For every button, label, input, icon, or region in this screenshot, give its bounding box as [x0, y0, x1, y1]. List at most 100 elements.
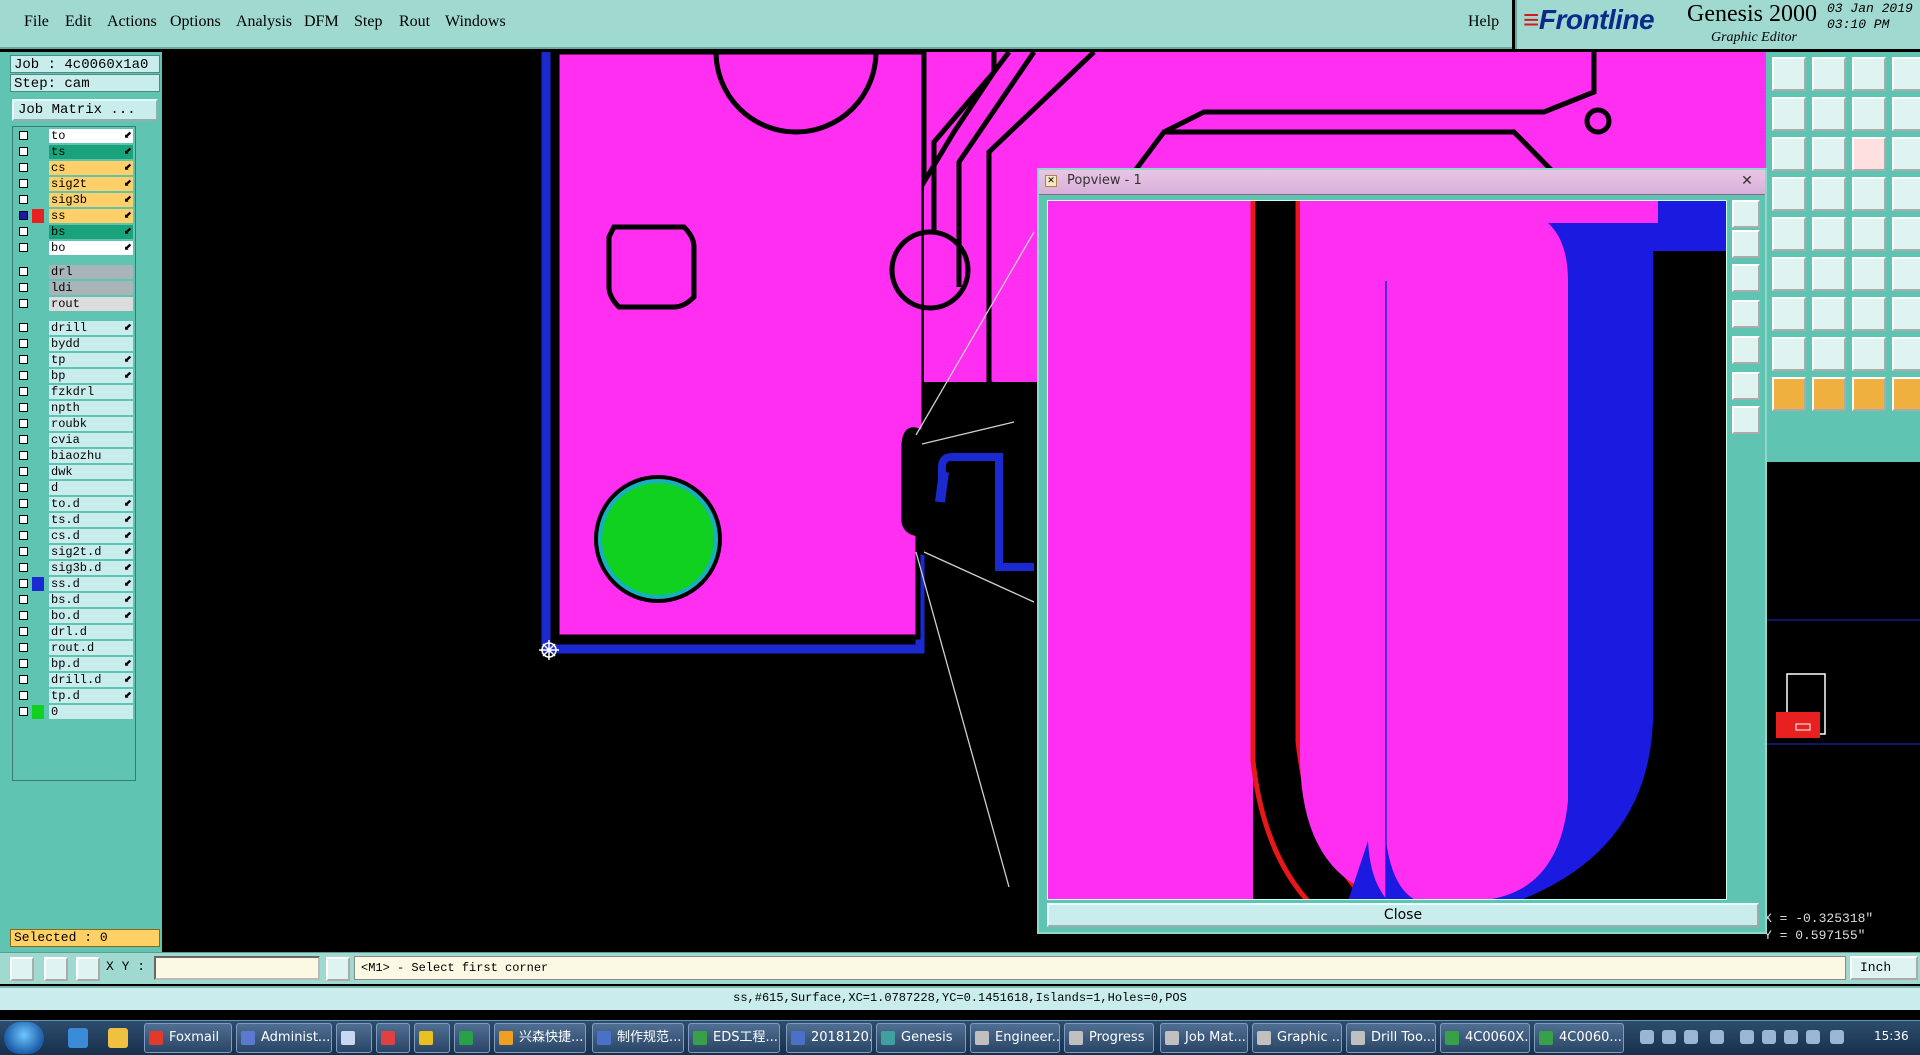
tool-button-5-2-icon[interactable] [1852, 257, 1886, 291]
taskbar-item[interactable] [336, 1023, 372, 1053]
layer-name[interactable]: sig3b [49, 193, 133, 207]
tool-button-8-2-icon[interactable] [1852, 377, 1886, 411]
menu-windows[interactable]: Windows [445, 13, 506, 31]
layer-name[interactable]: to [49, 129, 133, 143]
menu-options[interactable]: Options [170, 13, 221, 31]
layer-row[interactable]: ts ⬋ [15, 145, 135, 160]
shield-tray-icon[interactable] [1740, 1030, 1754, 1044]
layer-checkbox[interactable] [19, 451, 28, 460]
tool-button-8-0-icon[interactable] [1772, 377, 1806, 411]
layer-row[interactable]: npth [15, 401, 135, 416]
layer-checkbox[interactable] [19, 163, 28, 172]
layer-checkbox[interactable] [19, 211, 28, 220]
layer-row[interactable]: ts.d ⬋ [15, 513, 135, 528]
taskbar-item[interactable]: Progress [1064, 1023, 1154, 1053]
tool-button-2-0-icon[interactable] [1772, 137, 1806, 171]
battery-tray-icon[interactable] [1806, 1030, 1820, 1044]
taskbar-item[interactable] [414, 1023, 450, 1053]
layer-checkbox[interactable] [19, 355, 28, 364]
layer-row[interactable]: bs.d ⬋ [15, 593, 135, 608]
taskbar-item[interactable]: Engineer... [970, 1023, 1060, 1053]
menu-rout[interactable]: Rout [399, 13, 430, 31]
taskbar-item[interactable]: Drill Too... [1346, 1023, 1436, 1053]
layer-row[interactable]: cs.d ⬋ [15, 529, 135, 544]
layer-name[interactable]: drill.d [49, 673, 133, 687]
layer-row[interactable]: d [15, 481, 135, 496]
layer-checkbox[interactable] [19, 419, 28, 428]
ie-icon[interactable] [68, 1028, 88, 1048]
taskbar-item[interactable]: EDS工程... [688, 1023, 780, 1053]
layer-name[interactable]: drl [49, 265, 133, 279]
layer-checkbox[interactable] [19, 147, 28, 156]
popview-tool-7-icon[interactable] [1732, 406, 1760, 434]
layer-name[interactable]: bs.d [49, 593, 133, 607]
taskbar-item[interactable]: Genesis [876, 1023, 966, 1053]
tool-button-6-0-icon[interactable] [1772, 297, 1806, 331]
layer-checkbox[interactable] [19, 643, 28, 652]
layer-name[interactable]: drl.d [49, 625, 133, 639]
taskbar-item[interactable]: Job Mat... [1160, 1023, 1248, 1053]
tool-button-3-3-icon[interactable] [1892, 177, 1920, 211]
popview-tool-6-icon[interactable] [1732, 372, 1760, 400]
layer-row[interactable]: 0 [15, 705, 135, 720]
layer-checkbox[interactable] [19, 627, 28, 636]
layer-checkbox[interactable] [19, 659, 28, 668]
tool-button-3-1-icon[interactable] [1812, 177, 1846, 211]
folder-icon[interactable] [108, 1028, 128, 1048]
units-selector[interactable]: Inch [1850, 956, 1918, 980]
tool-button-2-1-icon[interactable] [1812, 137, 1846, 171]
job-matrix-button[interactable]: Job Matrix ... [12, 99, 158, 121]
tool-button-2-2-icon[interactable] [1852, 137, 1886, 171]
layer-checkbox[interactable] [19, 595, 28, 604]
layer-checkbox[interactable] [19, 707, 28, 716]
layer-name[interactable]: biaozhu [49, 449, 133, 463]
taskbar-item[interactable]: 4C0060... [1534, 1023, 1624, 1053]
layer-name[interactable]: bp [49, 369, 133, 383]
layer-name[interactable]: ldi [49, 281, 133, 295]
tool-button-5-1-icon[interactable] [1812, 257, 1846, 291]
layer-name[interactable]: sig2t [49, 177, 133, 191]
xy-input[interactable] [154, 956, 320, 980]
layer-name[interactable]: npth [49, 401, 133, 415]
settings-tray-icon[interactable] [1684, 1030, 1698, 1044]
network-tray-icon[interactable] [1784, 1030, 1798, 1044]
layer-checkbox[interactable] [19, 515, 28, 524]
layer-checkbox[interactable] [19, 403, 28, 412]
menu-step[interactable]: Step [354, 13, 382, 31]
layer-name[interactable]: ts.d [49, 513, 133, 527]
layer-row[interactable]: drl [15, 265, 135, 280]
layer-row[interactable]: tp ⬋ [15, 353, 135, 368]
popview-tool-1-icon[interactable] [1732, 200, 1760, 228]
layer-row[interactable]: dwk [15, 465, 135, 480]
layer-row[interactable]: rout.d [15, 641, 135, 656]
layer-checkbox[interactable] [19, 299, 28, 308]
popview-canvas[interactable] [1047, 200, 1727, 900]
layer-name[interactable]: rout.d [49, 641, 133, 655]
tool-button-7-0-icon[interactable] [1772, 337, 1806, 371]
layer-name[interactable]: bo.d [49, 609, 133, 623]
tool-button-3-2-icon[interactable] [1852, 177, 1886, 211]
tool-button-4-3-icon[interactable] [1892, 217, 1920, 251]
close-icon[interactable]: ✕ [1737, 172, 1757, 190]
layer-row[interactable]: bp ⬋ [15, 369, 135, 384]
layer-name[interactable]: ts [49, 145, 133, 159]
layer-name[interactable]: sig2t.d [49, 545, 133, 559]
layer-row[interactable]: ss ⬋ [15, 209, 135, 224]
layer-row[interactable]: ldi [15, 281, 135, 296]
layer-row[interactable]: sig3b.d ⬋ [15, 561, 135, 576]
layer-checkbox[interactable] [19, 563, 28, 572]
layer-row[interactable]: drill.d ⬋ [15, 673, 135, 688]
taskbar-item[interactable]: Graphic ... [1252, 1023, 1342, 1053]
layer-name[interactable]: cs [49, 161, 133, 175]
tool-button-4-1-icon[interactable] [1812, 217, 1846, 251]
layer-row[interactable]: drill ⬋ [15, 321, 135, 336]
tool-button-7-2-icon[interactable] [1852, 337, 1886, 371]
tool-button-5-0-icon[interactable] [1772, 257, 1806, 291]
layer-name[interactable]: tp.d [49, 689, 133, 703]
layer-name[interactable]: tp [49, 353, 133, 367]
taskbar-item[interactable] [454, 1023, 490, 1053]
taskbar-item[interactable]: 2018120... [786, 1023, 872, 1053]
tool-button-1-3-icon[interactable] [1892, 97, 1920, 131]
popview-close-button[interactable]: Close [1047, 903, 1759, 927]
taskbar-item[interactable]: 4C0060X... [1440, 1023, 1530, 1053]
